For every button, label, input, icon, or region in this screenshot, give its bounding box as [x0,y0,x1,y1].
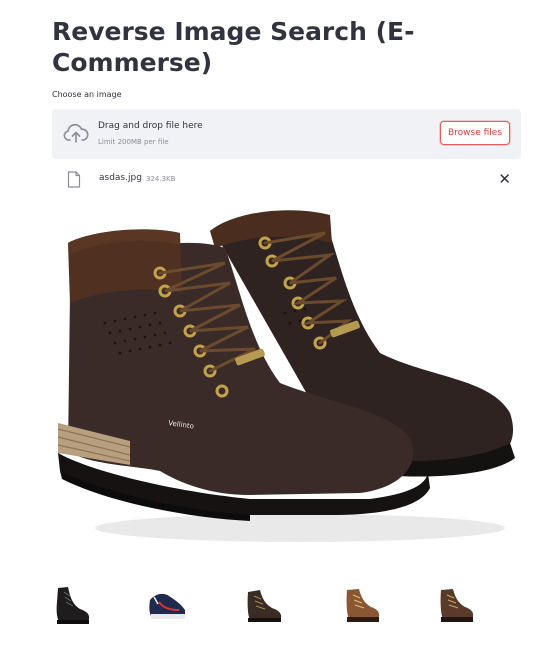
file-icon [67,171,81,188]
file-size: 324.3KB [146,175,176,183]
result-thumbnail[interactable] [145,582,189,628]
file-name: asdas.jpg [99,173,142,183]
result-thumbnail[interactable] [340,582,384,628]
result-thumbnail[interactable] [50,582,94,628]
close-icon[interactable]: ✕ [498,170,511,188]
dropzone-limit: Limit 200MB per file [98,138,169,146]
page-title: Reverse Image Search (E-Commerse) [52,17,415,77]
file-dropzone[interactable]: Drag and drop file here Limit 200MB per … [52,109,521,159]
results-strip [0,582,543,632]
query-image: Vellinto [57,210,515,542]
result-thumbnail[interactable] [242,582,286,628]
uploaded-file-row: asdas.jpg 324.3KB ✕ [52,170,521,190]
result-thumbnail[interactable] [434,582,478,628]
browse-files-button[interactable]: Browse files [440,121,510,145]
cloud-upload-icon [63,123,89,143]
uploader-label: Choose an image [52,90,122,99]
dropzone-instructions: Drag and drop file here [98,121,203,131]
